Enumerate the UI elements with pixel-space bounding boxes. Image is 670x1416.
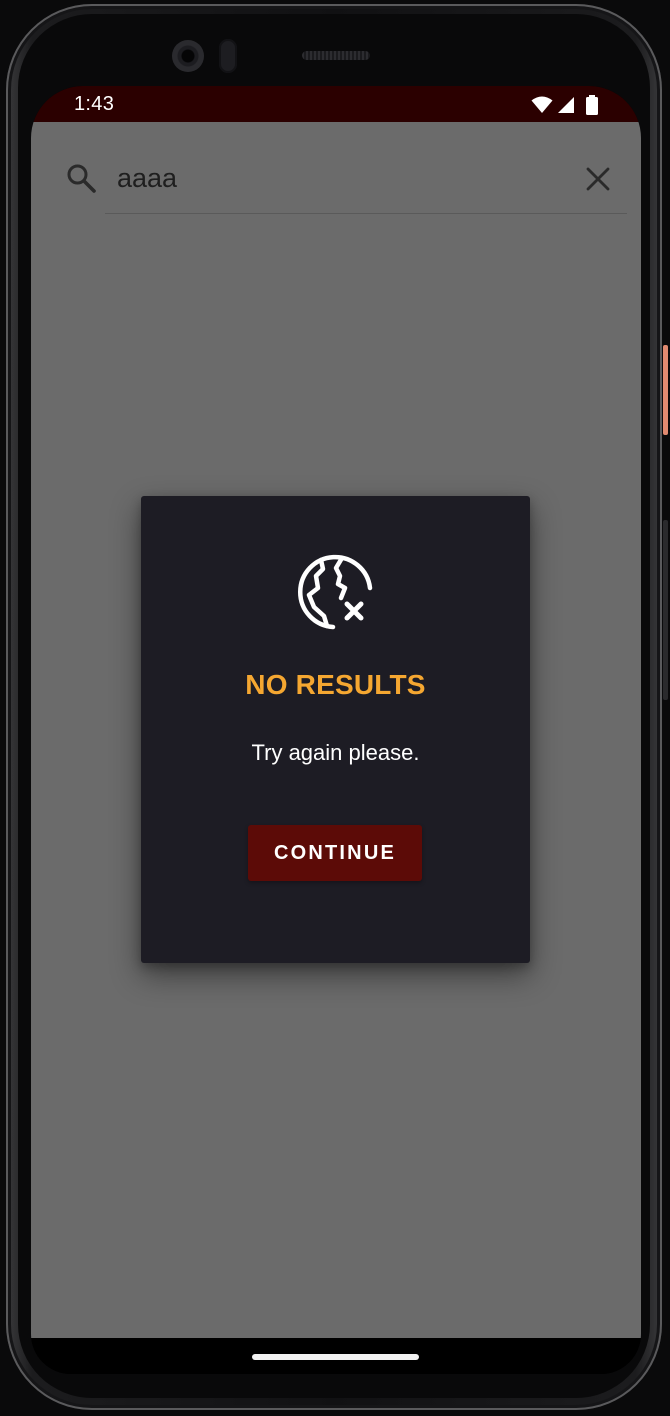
home-indicator[interactable] bbox=[252, 1354, 419, 1360]
proximity-sensor bbox=[219, 39, 237, 73]
volume-button bbox=[663, 520, 668, 700]
front-camera bbox=[172, 40, 204, 72]
continue-button[interactable]: CONTINUE bbox=[248, 825, 422, 881]
no-results-dialog: NO RESULTS Try again please. CONTINUE bbox=[141, 496, 530, 963]
battery-icon bbox=[586, 95, 598, 115]
globe-with-x-icon bbox=[297, 554, 373, 630]
status-bar: 1:43 bbox=[31, 86, 641, 122]
dialog-title: NO RESULTS bbox=[245, 669, 426, 700]
phone-device: 1:43 aaaa NO RESULTS Try again please. C… bbox=[0, 0, 670, 1416]
dialog-message: Try again please. bbox=[251, 740, 420, 765]
status-icons bbox=[531, 95, 599, 115]
cellular-signal-icon bbox=[558, 97, 574, 113]
close-icon[interactable] bbox=[581, 162, 615, 196]
search-icon bbox=[67, 164, 96, 193]
status-time: 1:43 bbox=[74, 93, 115, 115]
navigation-bar bbox=[31, 1338, 641, 1374]
wifi-icon bbox=[531, 96, 553, 113]
earpiece-speaker bbox=[302, 51, 370, 60]
search-underline bbox=[105, 213, 627, 214]
power-button bbox=[663, 345, 668, 435]
search-input[interactable] bbox=[117, 158, 557, 198]
